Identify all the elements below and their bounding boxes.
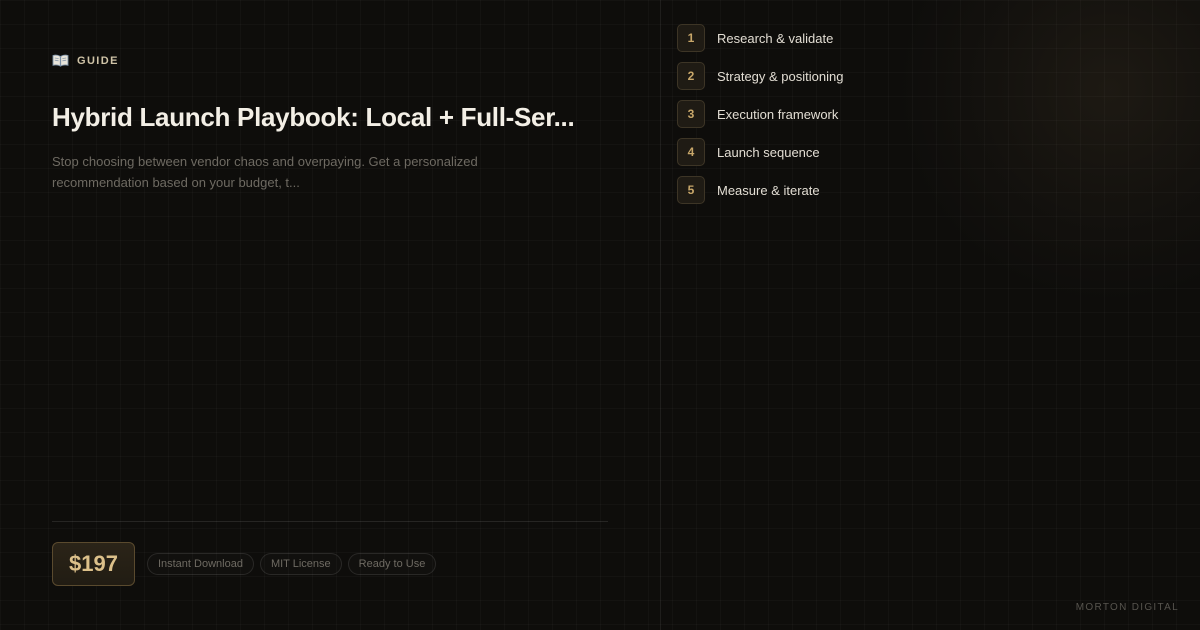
tag-instant-download: Instant Download bbox=[146, 553, 254, 575]
open-book-icon bbox=[52, 54, 69, 67]
step-number: 4 bbox=[677, 138, 705, 166]
og-card: GUIDE Hybrid Launch Playbook: Local + Fu… bbox=[0, 0, 1200, 630]
step-item: 1 Research & validate bbox=[677, 24, 843, 52]
step-label: Research & validate bbox=[717, 30, 834, 46]
step-item: 2 Strategy & positioning bbox=[677, 62, 843, 90]
step-label: Measure & iterate bbox=[717, 182, 820, 198]
price-row: $197 Instant Download MIT License Ready … bbox=[52, 542, 437, 586]
price-badge: $197 bbox=[52, 542, 135, 586]
panel-divider bbox=[660, 0, 661, 630]
brand-name: MORTON DIGITAL bbox=[1075, 602, 1179, 613]
footer-divider bbox=[52, 521, 608, 522]
step-label: Strategy & positioning bbox=[717, 68, 844, 84]
category-badge: GUIDE bbox=[52, 54, 119, 67]
step-number: 3 bbox=[677, 100, 705, 128]
product-title: Hybrid Launch Playbook: Local + Full-Ser… bbox=[52, 102, 575, 132]
grid-background bbox=[0, 0, 1200, 630]
price-value: $197 bbox=[69, 551, 118, 576]
steps-list: 1 Research & validate 2 Strategy & posit… bbox=[677, 24, 843, 214]
tag-mit-license: MIT License bbox=[259, 553, 342, 575]
step-number: 5 bbox=[677, 176, 705, 204]
step-item: 5 Measure & iterate bbox=[677, 176, 843, 204]
product-description: Stop choosing between vendor chaos and o… bbox=[52, 154, 478, 190]
step-number: 2 bbox=[677, 62, 705, 90]
tag-ready-to-use: Ready to Use bbox=[347, 553, 437, 575]
step-label: Launch sequence bbox=[717, 144, 820, 160]
step-number: 1 bbox=[677, 24, 705, 52]
step-item: 4 Launch sequence bbox=[677, 138, 843, 166]
category-label: GUIDE bbox=[77, 54, 119, 67]
step-label: Execution framework bbox=[717, 106, 839, 122]
corner-glow bbox=[900, 0, 1200, 300]
step-item: 3 Execution framework bbox=[677, 100, 843, 128]
